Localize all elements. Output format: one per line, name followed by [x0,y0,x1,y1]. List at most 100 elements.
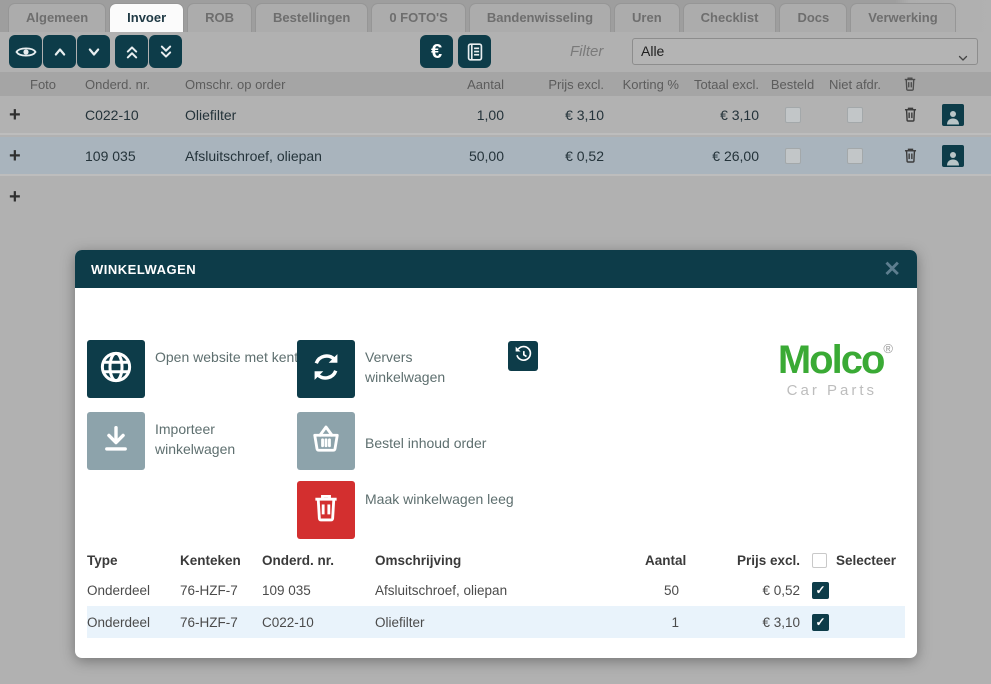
dialog-header: WINKELWAGEN ✕ [75,250,917,288]
omschrijving-cell: Oliefilter [175,107,450,123]
tab-docs[interactable]: Docs [779,3,847,32]
molco-logo: Molco® Car Parts [747,340,893,399]
open-website-button[interactable] [87,340,145,398]
cart-table-header: Type Kenteken Onderd. nr. Omschrijving A… [87,546,905,574]
col-header-foto: Foto [30,77,75,92]
registered-mark: ® [883,341,893,356]
mechanic-avatar[interactable] [942,145,964,167]
empty-cart-label: Maak winkelwagen leeg [365,490,540,510]
grid-header: Foto Onderd. nr. Omschr. op order Aantal… [0,72,991,96]
aantal-cell: 1 [645,615,685,630]
table-row-selected[interactable]: + 109 035 Afsluitschroef, oliepan 50,00 … [0,137,991,176]
totaal-cell: € 26,00 [685,148,765,164]
dialog-body: Open website met kenteken Ververs winkel… [75,288,917,658]
col-header-prijs: Prijs excl. [510,77,610,92]
order-contents-button[interactable] [297,412,355,470]
trash-icon [309,491,343,530]
trash-icon[interactable] [890,146,930,165]
onderd-nr-cell: 109 035 [262,583,375,598]
filter-selected-value: Alle [641,43,664,59]
download-icon [99,422,133,461]
besteld-checkbox[interactable] [785,148,801,164]
tab-checklist[interactable]: Checklist [683,3,777,32]
omschrijving-cell: Afsluitschroef, oliepan [375,583,645,598]
kenteken-cell: 76-HZF-7 [180,583,262,598]
refresh-cart-label: Ververs winkelwagen [365,348,495,387]
mechanic-avatar[interactable] [942,104,964,126]
double-chevron-down-icon [156,42,176,62]
dialog-title: WINKELWAGEN [91,262,196,277]
move-down-button[interactable] [77,35,110,68]
chevron-down-icon [84,42,104,62]
omschrijving-cell: Oliefilter [375,615,645,630]
col-header-aantal: Aantal [450,77,510,92]
prijs-cell: € 0,52 [685,583,806,598]
refresh-cart-button[interactable] [297,340,355,398]
import-cart-button[interactable] [87,412,145,470]
price-button[interactable]: € [420,35,453,68]
type-cell: Onderdeel [87,583,180,598]
trash-icon[interactable] [890,105,930,124]
cart-row[interactable]: Onderdeel 76-HZF-7 109 035 Afsluitschroe… [87,574,905,606]
brand-subtitle: Car Parts [747,382,893,399]
prijs-cell: € 3,10 [510,107,610,123]
select-all-checkbox[interactable] [812,553,827,568]
order-contents-label: Bestel inhoud order [365,434,545,454]
cart-table: Type Kenteken Onderd. nr. Omschrijving A… [87,546,905,638]
col-header-niet-afdr: Niet afdr. [820,77,890,92]
onderd-nr-cell: 109 035 [75,148,175,164]
niet-afdr-checkbox[interactable] [847,148,863,164]
aantal-cell: 50,00 [450,148,510,164]
history-icon [513,344,533,369]
type-cell: Onderdeel [87,615,180,630]
chevron-up-icon [50,42,70,62]
select-row-checkbox[interactable] [812,582,829,599]
chevron-down-icon [957,47,969,72]
col-header-onderd-nr: Onderd. nr. [262,553,375,568]
winkelwagen-dialog: WINKELWAGEN ✕ Open website met kenteken … [75,250,917,658]
totaal-cell: € 3,10 [685,107,765,123]
col-header-omschrijving: Omschr. op order [175,77,450,92]
catalog-button[interactable] [458,35,491,68]
cart-row[interactable]: Onderdeel 76-HZF-7 C022-10 Oliefilter 1 … [87,606,905,638]
onderd-nr-cell: C022-10 [75,107,175,123]
tab-rob[interactable]: ROB [187,3,252,32]
tab-uren[interactable]: Uren [614,3,680,32]
tab-fotos[interactable]: 0 FOTO'S [371,3,465,32]
filter-select[interactable]: Alle [632,38,978,65]
view-button[interactable] [9,35,42,68]
col-header-kenteken: Kenteken [180,553,262,568]
basket-icon [308,421,344,462]
onderd-nr-cell: C022-10 [262,615,375,630]
eye-icon [14,40,38,64]
euro-icon: € [431,42,442,62]
move-top-button[interactable] [115,35,148,68]
besteld-checkbox[interactable] [785,107,801,123]
col-header-type: Type [87,553,180,568]
tab-bandenwisseling[interactable]: Bandenwisseling [469,3,611,32]
import-cart-label: Importeer winkelwagen [155,420,285,459]
tab-invoer[interactable]: Invoer [109,3,184,32]
aantal-cell: 1,00 [450,107,510,123]
move-up-button[interactable] [43,35,76,68]
double-chevron-up-icon [122,42,142,62]
niet-afdr-checkbox[interactable] [847,107,863,123]
row-expander[interactable]: + [0,105,30,125]
select-row-checkbox[interactable] [812,614,829,631]
omschrijving-cell: Afsluitschroef, oliepan [175,148,450,164]
table-row[interactable]: + C022-10 Oliefilter 1,00 € 3,10 € 3,10 [0,96,991,135]
kenteken-cell: 76-HZF-7 [180,615,262,630]
tab-algemeen[interactable]: Algemeen [8,3,106,32]
prijs-cell: € 3,10 [685,615,806,630]
tab-bestellingen[interactable]: Bestellingen [255,3,368,32]
history-button[interactable] [508,341,538,371]
add-row-button[interactable]: + [9,186,21,209]
delete-column-icon [890,75,930,93]
refresh-icon [308,349,344,390]
row-expander[interactable]: + [0,146,30,166]
tab-verwerking[interactable]: Verwerking [850,3,955,32]
close-icon[interactable]: ✕ [883,259,901,280]
empty-cart-button[interactable] [297,481,355,539]
col-header-selecteer: Selecteer [836,553,905,568]
move-bottom-button[interactable] [149,35,182,68]
